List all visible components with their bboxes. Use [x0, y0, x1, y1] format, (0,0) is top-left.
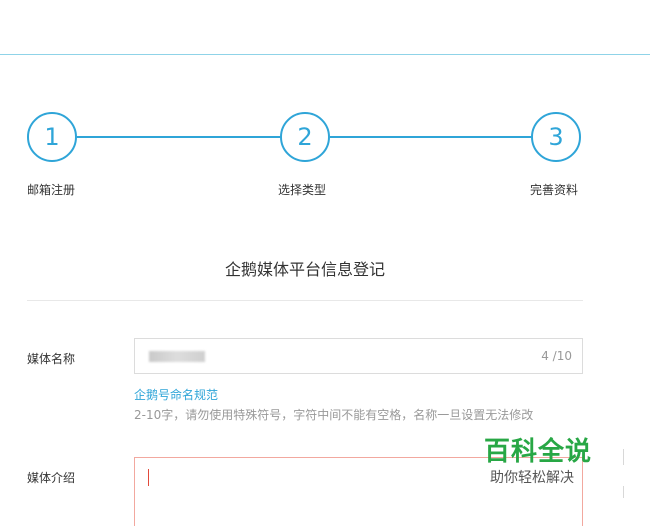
watermark-title: 百科全说	[484, 437, 593, 467]
step-3-label: 完善资料	[530, 183, 579, 197]
header-divider	[0, 54, 650, 55]
watermark-subtitle: 助你轻松解决	[490, 470, 574, 486]
page: 1 2 3 邮箱注册 选择类型 完善资料 企鹅媒体平台信息登记 媒体名称 4 /…	[0, 0, 650, 526]
form-title: 企鹅媒体平台信息登记	[224, 260, 385, 279]
step-3-circle: 3	[531, 112, 581, 162]
edge-mark-top	[623, 449, 624, 465]
naming-rules-link[interactable]: 企鹅号命名规范	[134, 386, 218, 403]
step-1-label: 邮箱注册	[27, 183, 76, 197]
step-connector-1-2	[77, 136, 280, 138]
title-divider	[27, 300, 583, 301]
media-name-label: 媒体名称	[27, 352, 76, 366]
step-2-label: 选择类型	[278, 183, 327, 197]
media-intro-label: 媒体介绍	[27, 471, 76, 485]
step-1-circle: 1	[27, 112, 77, 162]
edge-mark-bottom	[623, 486, 624, 498]
text-caret	[148, 469, 149, 486]
step-connector-2-3	[330, 136, 531, 138]
media-name-hint: 2-10字，请勿使用特殊符号，字符中间不能有空格，名称一旦设置无法修改	[134, 408, 534, 422]
media-name-input[interactable]: 4 /10	[134, 338, 583, 374]
step-2-circle: 2	[280, 112, 330, 162]
media-name-value-blurred	[149, 351, 205, 362]
watermark: 百科全说 助你轻松解决	[484, 436, 604, 488]
media-name-char-count: 4 /10	[541, 349, 572, 363]
